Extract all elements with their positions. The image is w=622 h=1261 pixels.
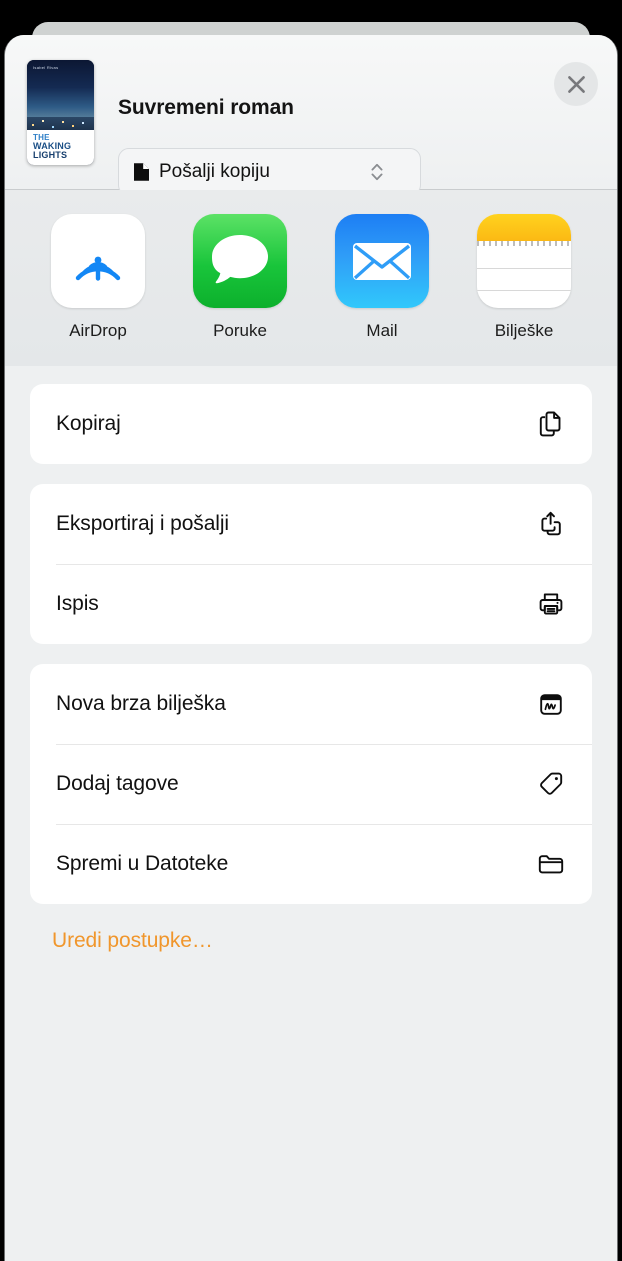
document-icon — [134, 163, 149, 181]
thumbnail-author: Isabel Rivas — [33, 65, 59, 70]
action-row-label: Eksportiraj i pošalji — [56, 512, 229, 535]
chevron-up-down-icon — [371, 163, 383, 181]
quick-note-icon — [534, 687, 568, 721]
action-row-add-tags[interactable]: Dodaj tagove — [30, 744, 592, 824]
action-row-label: Kopiraj — [56, 412, 121, 435]
edit-actions-link[interactable]: Uredi postupke… — [52, 929, 213, 953]
notes-header-band — [477, 214, 571, 241]
thumbnail-title-line-3: LIGHTS — [33, 149, 68, 160]
tag-icon — [534, 767, 568, 801]
page-title: Suvremeni roman — [118, 96, 294, 119]
share-export-icon — [534, 507, 568, 541]
screen: Isabel Rivas THE WAKING LIGHTS Suvremeni… — [0, 0, 622, 1261]
action-row-print[interactable]: Ispis — [30, 564, 592, 644]
notes-rule — [477, 290, 571, 291]
share-target-label: Bilješke — [494, 321, 554, 340]
share-sheet-header: Isabel Rivas THE WAKING LIGHTS Suvremeni… — [5, 35, 617, 196]
folder-icon — [534, 847, 568, 881]
document-thumbnail: Isabel Rivas THE WAKING LIGHTS — [27, 60, 94, 165]
action-group: Eksportiraj i pošalji Ispis — [30, 484, 592, 644]
action-groups: Kopiraj Eksportiraj i pošalji Ispis Nova… — [5, 366, 617, 953]
action-row-label: Dodaj tagove — [56, 772, 179, 795]
action-row-save-to-files[interactable]: Spremi u Datoteke — [30, 824, 592, 904]
action-group: Kopiraj — [30, 384, 592, 464]
share-targets-row[interactable]: AirDrop Poruke Mail Bilješke — [5, 190, 617, 366]
share-target-airdrop[interactable]: AirDrop — [27, 214, 169, 341]
share-target-messages[interactable]: Poruke — [169, 214, 311, 341]
share-target-partial[interactable]: D — [595, 214, 617, 341]
share-target-mail[interactable]: Mail — [311, 214, 453, 341]
send-format-selector[interactable]: Pošalji kopiju — [118, 148, 421, 196]
close-button[interactable] — [554, 62, 598, 106]
thumbnail-title: THE WAKING LIGHTS — [33, 133, 71, 161]
send-format-label: Pošalji kopiju — [159, 161, 270, 182]
copy-icon — [534, 407, 568, 441]
notes-icon — [477, 214, 571, 308]
mail-icon — [335, 214, 429, 308]
notes-perforation — [477, 241, 571, 246]
share-sheet: Isabel Rivas THE WAKING LIGHTS Suvremeni… — [4, 35, 618, 1261]
action-row-label: Ispis — [56, 592, 99, 615]
share-target-label: AirDrop — [69, 321, 127, 340]
close-icon — [567, 75, 585, 93]
action-group: Nova brza bilješka Dodaj tagove Spremi u… — [30, 664, 592, 904]
action-row-label: Nova brza bilješka — [56, 692, 226, 715]
messages-icon — [193, 214, 287, 308]
action-row-label: Spremi u Datoteke — [56, 852, 229, 875]
share-target-notes[interactable]: Bilješke — [453, 214, 595, 341]
action-row-export[interactable]: Eksportiraj i pošalji — [30, 484, 592, 564]
share-target-label: Poruke — [213, 321, 267, 340]
airdrop-icon — [51, 214, 145, 308]
share-target-label: Mail — [366, 321, 398, 340]
action-row-quick-note[interactable]: Nova brza bilješka — [30, 664, 592, 744]
printer-icon — [534, 587, 568, 621]
notes-rule — [477, 268, 571, 269]
action-row-copy[interactable]: Kopiraj — [30, 384, 592, 464]
